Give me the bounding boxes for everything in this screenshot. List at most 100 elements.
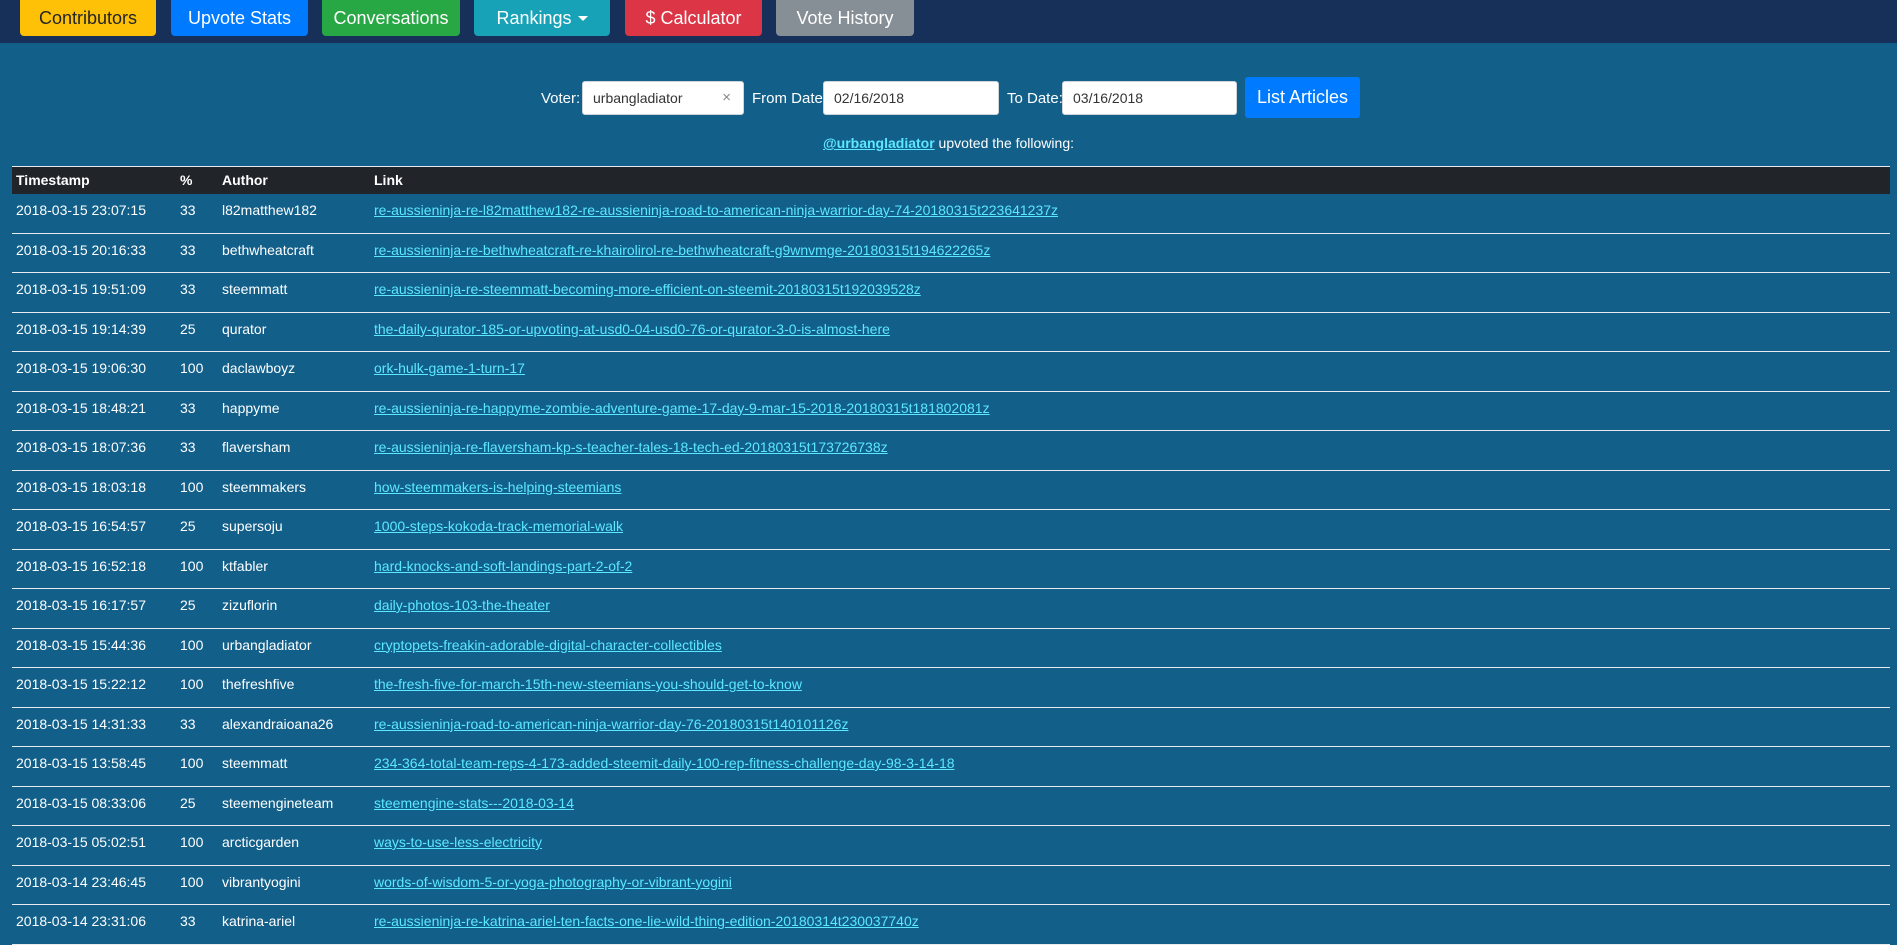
percent-cell: 33: [180, 399, 196, 416]
article-link[interactable]: the-daily-qurator-185-or-upvoting-at-usd…: [374, 316, 890, 342]
author-cell: happyme: [222, 399, 280, 416]
table-row: 2018-03-14 23:46:45 100 vibrantyogini words…: [12, 866, 1890, 905]
table-row: 2018-03-15 13:58:45 100 steemmatt 234-364-t…: [12, 747, 1890, 787]
article-link[interactable]: ork-hulk-game-1-turn-17: [374, 355, 525, 381]
table-row: 2018-03-15 19:51:09 33 steemmatt re-aussien…: [12, 273, 1890, 313]
voter-input-value: urbangladiator: [593, 90, 683, 106]
to-date-input[interactable]: 03/16/2018: [1062, 81, 1237, 115]
voter-profile-link[interactable]: @urbangladiator: [823, 135, 935, 151]
timestamp-cell: 2018-03-15 16:17:57: [16, 597, 146, 613]
percent-cell: 33: [180, 439, 196, 455]
percent-cell: 100: [180, 557, 204, 574]
table-row: 2018-03-15 18:48:21 33 happyme re-aussienin…: [12, 392, 1890, 431]
author-cell: supersoju: [222, 518, 283, 534]
table-row: 2018-03-15 16:17:57 25 zizuflorin daily-pho…: [12, 589, 1890, 629]
percent-cell: 100: [180, 873, 204, 890]
votes-table: Timestamp % Author Link 2018-03-15 23:07…: [12, 166, 1890, 945]
percent-cell: 33: [180, 715, 196, 732]
contributors-button[interactable]: Contributors: [20, 0, 156, 36]
article-link[interactable]: hard-knocks-and-soft-landings-part-2-of-…: [374, 553, 632, 579]
percent-cell: 33: [180, 202, 196, 218]
table-row: 2018-03-15 18:03:18 100 steemmakers how-ste…: [12, 471, 1890, 510]
results-heading: @urbangladiator upvoted the following:: [0, 134, 1897, 152]
upvote-stats-button[interactable]: Upvote Stats: [171, 0, 308, 36]
author-cell: urbangladiator: [222, 636, 312, 653]
article-link[interactable]: re-aussieninja-re-flaversham-kp-s-teache…: [374, 434, 888, 460]
percent-cell: 33: [180, 913, 196, 929]
article-link[interactable]: re-aussieninja-road-to-american-ninja-wa…: [374, 711, 848, 737]
author-cell: qurator: [222, 320, 267, 337]
article-link[interactable]: 234-364-total-team-reps-4-173-added-stee…: [374, 750, 955, 776]
timestamp-cell: 2018-03-15 18:03:18: [16, 478, 146, 495]
percent-cell: 100: [180, 755, 204, 771]
article-link[interactable]: re-aussieninja-re-katrina-ariel-ten-fact…: [374, 908, 919, 934]
table-row: 2018-03-15 23:07:15 33 l82matthew182 re-aus…: [12, 194, 1890, 234]
timestamp-cell: 2018-03-15 08:33:06: [16, 794, 146, 811]
author-cell: l82matthew182: [222, 202, 317, 218]
percent-cell: 100: [180, 834, 204, 850]
article-link[interactable]: how-steemmakers-is-helping-steemians: [374, 474, 621, 500]
author-cell: steemmatt: [222, 755, 288, 771]
voter-input[interactable]: urbangladiator ×: [582, 81, 744, 115]
timestamp-cell: 2018-03-15 15:44:36: [16, 636, 146, 653]
article-link[interactable]: 1000-steps-kokoda-track-memorial-walk: [374, 513, 623, 539]
header-link: Link: [374, 172, 403, 188]
timestamp-cell: 2018-03-15 18:48:21: [16, 399, 146, 416]
author-cell: steemmakers: [222, 478, 307, 495]
author-cell: steemmatt: [222, 281, 288, 297]
header-timestamp: Timestamp: [16, 172, 90, 188]
conversations-button[interactable]: Conversations: [322, 0, 460, 36]
timestamp-cell: 2018-03-15 23:07:15: [16, 202, 146, 218]
article-link[interactable]: re-aussieninja-re-bethwheatcraft-re-khai…: [374, 237, 990, 263]
article-link[interactable]: cryptopets-freakin-adorable-digital-char…: [374, 632, 722, 658]
clear-icon[interactable]: ×: [722, 82, 731, 114]
timestamp-cell: 2018-03-15 20:16:33: [16, 241, 146, 258]
timestamp-cell: 2018-03-15 13:58:45: [16, 755, 146, 771]
percent-cell: 100: [180, 636, 204, 653]
table-row: 2018-03-15 15:44:36 100 urbangladiator cryp…: [12, 629, 1890, 668]
table-row: 2018-03-14 23:31:06 33 katrina-ariel re-aus…: [12, 905, 1890, 945]
heading-text: upvoted the following:: [934, 135, 1074, 151]
timestamp-cell: 2018-03-15 16:54:57: [16, 518, 146, 534]
table-row: 2018-03-15 15:22:12 100 thefreshfive the-fr…: [12, 668, 1890, 708]
article-link[interactable]: re-aussieninja-re-steemmatt-becoming-mor…: [374, 276, 921, 302]
from-date-label: From Date:: [752, 90, 828, 107]
percent-cell: 33: [180, 241, 196, 258]
table-row: 2018-03-15 05:02:51 100 arcticgarden ways-t…: [12, 826, 1890, 866]
timestamp-cell: 2018-03-15 19:51:09: [16, 281, 146, 297]
article-link[interactable]: re-aussieninja-re-l82matthew182-re-aussi…: [374, 197, 1058, 223]
table-row: 2018-03-15 19:14:39 25 qurator the-daily-qu…: [12, 313, 1890, 352]
timestamp-cell: 2018-03-15 18:07:36: [16, 439, 146, 455]
author-cell: alexandraioana26: [222, 715, 334, 732]
calculator-button[interactable]: $ Calculator: [625, 0, 762, 36]
table-row: 2018-03-15 18:07:36 33 flaversham re-aussie…: [12, 431, 1890, 471]
timestamp-cell: 2018-03-14 23:46:45: [16, 873, 146, 890]
article-link[interactable]: the-fresh-five-for-march-15th-new-steemi…: [374, 671, 802, 697]
rankings-dropdown-button[interactable]: Rankings: [474, 0, 610, 36]
list-articles-button[interactable]: List Articles: [1245, 77, 1360, 118]
table-row: 2018-03-15 16:54:57 25 supersoju 1000-steps…: [12, 510, 1890, 550]
author-cell: katrina-ariel: [222, 913, 296, 929]
header-percent: %: [180, 172, 193, 188]
voter-label: Voter:: [541, 90, 581, 107]
article-link[interactable]: daily-photos-103-the-theater: [374, 592, 550, 618]
table-row: 2018-03-15 16:52:18 100 ktfabler hard-knock…: [12, 550, 1890, 589]
table-row: 2018-03-15 14:31:33 33 alexandraioana26 re-…: [12, 708, 1890, 747]
percent-cell: 100: [180, 676, 204, 692]
percent-cell: 25: [180, 597, 196, 613]
article-link[interactable]: words-of-wisdom-5-or-yoga-photography-or…: [374, 869, 732, 895]
percent-cell: 25: [180, 320, 196, 337]
article-link[interactable]: re-aussieninja-re-happyme-zombie-adventu…: [374, 395, 990, 421]
author-cell: flaversham: [222, 439, 291, 455]
article-link[interactable]: steemengine-stats---2018-03-14: [374, 790, 574, 816]
caret-down-icon: [577, 16, 588, 21]
top-navbar: Contributors Upvote Stats Conversations …: [0, 0, 1897, 43]
rankings-label: Rankings: [496, 8, 572, 28]
from-date-input[interactable]: 02/16/2018: [823, 81, 999, 115]
article-link[interactable]: ways-to-use-less-electricity: [374, 829, 542, 855]
author-cell: ktfabler: [222, 557, 268, 574]
table-body: 2018-03-15 23:07:15 33 l82matthew182 re-aus…: [12, 194, 1890, 945]
table-row: 2018-03-15 20:16:33 33 bethwheatcraft re-au…: [12, 234, 1890, 273]
vote-history-button[interactable]: Vote History: [776, 0, 914, 36]
timestamp-cell: 2018-03-15 15:22:12: [16, 676, 146, 692]
